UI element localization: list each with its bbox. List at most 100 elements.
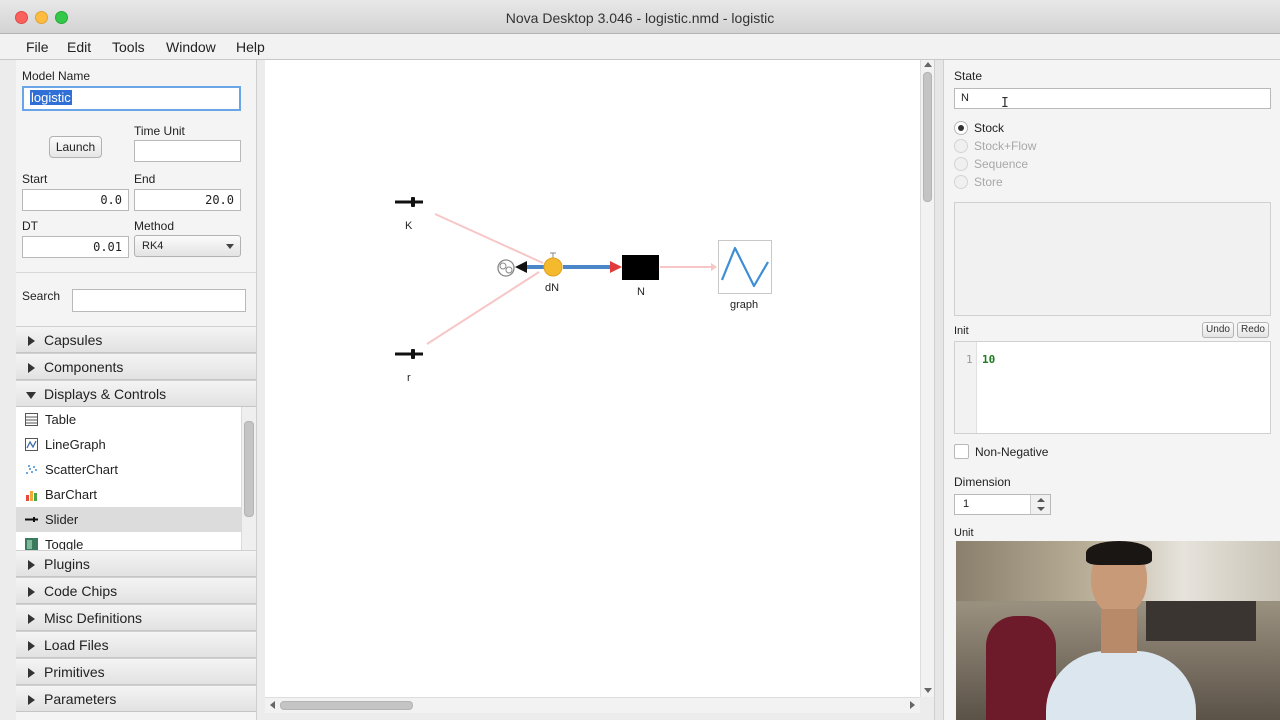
- link-k-to-dn: [434, 213, 544, 264]
- expand-arrow-icon: [28, 587, 35, 597]
- model-diagram: [426, 213, 717, 345]
- list-scrollbar-thumb[interactable]: [244, 421, 254, 517]
- menu-window[interactable]: Window: [162, 35, 220, 59]
- link-r-to-dn: [426, 271, 540, 345]
- section-misc-definitions[interactable]: Misc Definitions: [16, 604, 256, 631]
- list-item-label: BarChart: [45, 487, 98, 502]
- canvas-vertical-thumb[interactable]: [923, 72, 932, 202]
- list-item-slider[interactable]: Slider: [16, 507, 241, 532]
- dt-input[interactable]: 0.01: [22, 236, 129, 258]
- section-load-files[interactable]: Load Files: [16, 631, 256, 658]
- expand-arrow-icon: [28, 363, 35, 373]
- menu-edit[interactable]: Edit: [63, 35, 95, 59]
- section-primitives[interactable]: Primitives: [16, 658, 256, 685]
- radio-sequence[interactable]: [954, 157, 968, 171]
- description-area[interactable]: [954, 202, 1271, 316]
- slider-r-icon[interactable]: [395, 348, 425, 360]
- expand-arrow-icon: [28, 641, 35, 651]
- left-panel: Model Name logistic Launch Time Unit Sta…: [16, 60, 257, 720]
- section-label: Displays & Controls: [44, 386, 167, 402]
- list-item-label: Slider: [45, 512, 79, 527]
- spinner-down-icon[interactable]: [1037, 507, 1045, 511]
- menu-file[interactable]: File: [22, 35, 53, 59]
- menu-help[interactable]: Help: [232, 35, 269, 59]
- radio-stock[interactable]: [954, 121, 968, 135]
- radio-store-label: Store: [974, 175, 1003, 189]
- section-label: Load Files: [44, 637, 109, 653]
- redo-button[interactable]: Redo: [1237, 322, 1269, 338]
- non-negative-checkbox[interactable]: [954, 444, 969, 459]
- section-label: Plugins: [44, 556, 90, 572]
- end-input[interactable]: 20.0: [134, 189, 241, 211]
- model-name-input[interactable]: logistic: [22, 86, 241, 111]
- list-item-label: Table: [45, 412, 77, 427]
- radio-stock-flow-label: Stock+Flow: [974, 139, 1037, 153]
- text-cursor-icon: I: [1001, 96, 1009, 111]
- section-label: Code Chips: [44, 583, 118, 599]
- split-pane-divider[interactable]: [934, 60, 944, 720]
- menu-tools[interactable]: Tools: [108, 35, 149, 59]
- canvas-vertical-scrollbar[interactable]: [920, 60, 934, 697]
- line-graph-node-icon[interactable]: [718, 240, 772, 294]
- method-select[interactable]: RK4: [134, 235, 241, 257]
- expand-arrow-icon: [28, 560, 35, 570]
- scroll-up-icon[interactable]: [924, 62, 932, 67]
- state-label: State: [954, 69, 983, 83]
- scroll-down-icon[interactable]: [924, 688, 932, 693]
- list-item-label: ScatterChart: [45, 462, 118, 477]
- section-plugins[interactable]: Plugins: [16, 550, 256, 577]
- spinner-buttons[interactable]: [1030, 495, 1050, 514]
- canvas-horizontal-thumb[interactable]: [280, 701, 413, 710]
- canvas-horizontal-scrollbar[interactable]: [265, 697, 920, 713]
- divider: [16, 272, 256, 273]
- expand-arrow-icon: [28, 614, 35, 624]
- list-item-table[interactable]: Table: [16, 407, 241, 432]
- flow-arrow-right-icon: [610, 261, 622, 273]
- line-graph-icon: [25, 438, 38, 451]
- list-item-barchart[interactable]: BarChart: [16, 482, 241, 507]
- dimension-spinner[interactable]: 1: [954, 494, 1051, 515]
- list-item-linegraph[interactable]: LineGraph: [16, 432, 241, 457]
- start-input[interactable]: 0.0: [22, 189, 129, 211]
- section-displays-controls[interactable]: Displays & Controls: [16, 380, 256, 407]
- slider-k-icon[interactable]: [395, 196, 425, 208]
- node-label-dn: dN: [545, 282, 560, 294]
- launch-button[interactable]: Launch: [49, 136, 102, 158]
- list-item-toggle[interactable]: Toggle: [16, 532, 241, 550]
- toggle-icon: [25, 538, 38, 550]
- section-parameters[interactable]: Parameters: [16, 685, 256, 712]
- init-code-editor[interactable]: 1 10: [954, 341, 1271, 434]
- start-label: Start: [22, 172, 48, 186]
- webcam-person-hair: [1086, 541, 1152, 565]
- end-label: End: [134, 172, 156, 186]
- non-negative-label: Non-Negative: [975, 445, 1049, 459]
- radio-store[interactable]: [954, 175, 968, 189]
- flow-valve-dn-icon[interactable]: [541, 252, 565, 278]
- node-label-n: N: [637, 286, 645, 298]
- bar-chart-icon: [26, 491, 37, 501]
- method-value: RK4: [142, 240, 164, 252]
- spinner-up-icon[interactable]: [1037, 498, 1045, 502]
- line-number: 1: [966, 353, 973, 366]
- model-canvas[interactable]: K r dN N graph: [265, 60, 920, 697]
- search-input[interactable]: [72, 289, 246, 312]
- node-label-graph: graph: [730, 299, 759, 311]
- undo-button[interactable]: Undo: [1202, 322, 1234, 338]
- section-label: Misc Definitions: [44, 610, 143, 626]
- stock-n-box[interactable]: [622, 255, 659, 280]
- dimension-value: 1: [963, 498, 970, 510]
- section-capsules[interactable]: Capsules: [16, 326, 256, 353]
- webcam-person-shirt: [1046, 651, 1196, 720]
- flow-arrow-left-icon: [515, 261, 527, 273]
- model-name-value: logistic: [30, 90, 72, 105]
- radio-stock-flow[interactable]: [954, 139, 968, 153]
- scroll-left-icon[interactable]: [270, 701, 275, 709]
- scroll-right-icon[interactable]: [910, 701, 915, 709]
- radio-sequence-label: Sequence: [974, 157, 1029, 171]
- section-components[interactable]: Components: [16, 353, 256, 380]
- list-scrollbar[interactable]: [241, 407, 256, 550]
- time-unit-input[interactable]: [134, 140, 241, 162]
- list-item-scatterchart[interactable]: ScatterChart: [16, 457, 241, 482]
- slider-icon: [25, 517, 38, 522]
- section-code-chips[interactable]: Code Chips: [16, 577, 256, 604]
